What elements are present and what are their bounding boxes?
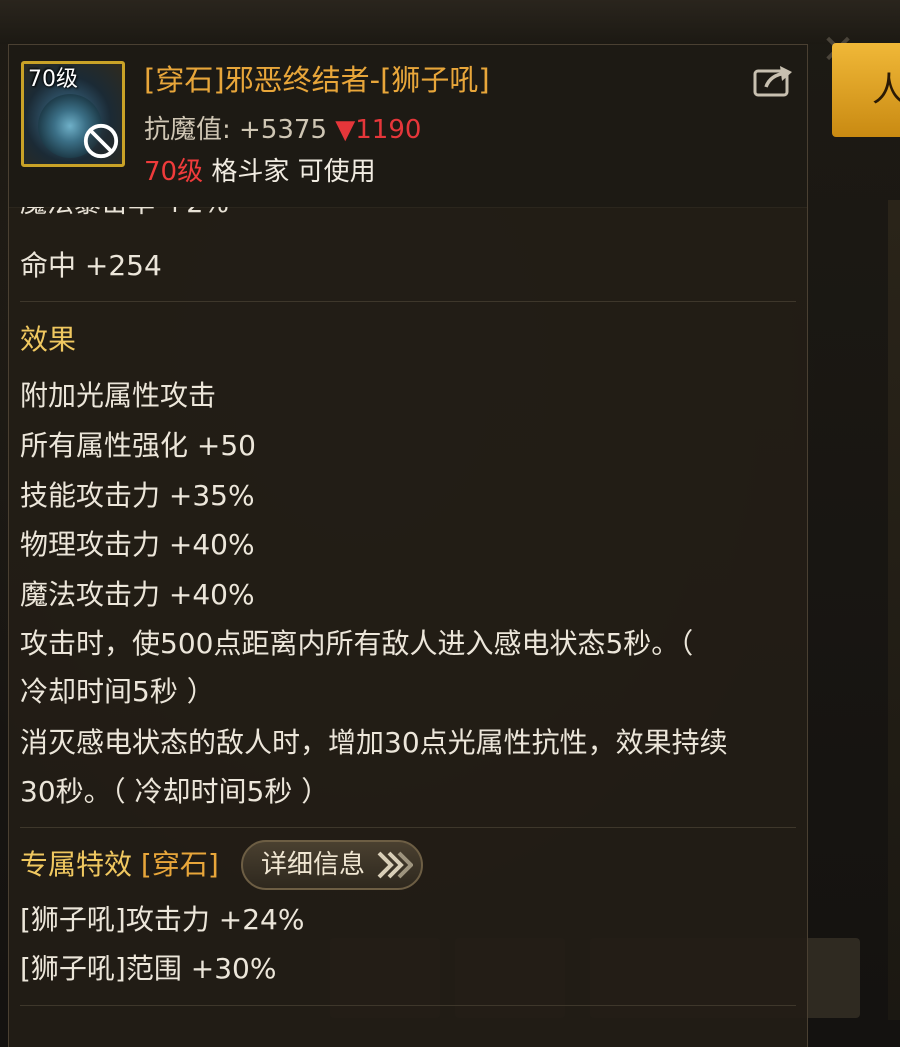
requirement-row: 70级 格斗家 可使用 (144, 155, 376, 189)
exclusive-title-text: 专属特效 (20, 848, 133, 881)
effects-title: 效果 (20, 323, 77, 356)
share-icon[interactable] (752, 63, 796, 97)
exclusive-line: [狮子吼]攻击力 +24% (20, 903, 305, 936)
item-name: [穿石]邪恶终结者-[狮子吼] (144, 63, 490, 97)
effect-line: 附加光属性攻击 (20, 379, 217, 412)
detail-info-button[interactable]: 详细信息 (241, 840, 423, 890)
divider (20, 301, 796, 302)
resist-diff: ▼1190 (335, 115, 422, 145)
effect-line: 所有属性强化 +50 (20, 429, 256, 462)
resist-value: +5375 (239, 115, 327, 145)
exclusive-line: [狮子吼]范围 +30% (20, 952, 277, 985)
required-level: 70级 (144, 157, 204, 187)
effect-line: 消灭感电状态的敌人时，增加30点光属性抗性，效果持续 (20, 726, 728, 759)
exclusive-tag: [穿石] (140, 848, 219, 881)
resist-stat: 抗魔值: +5375 ▼1190 (144, 113, 421, 147)
stat-cutoff-line: 魔法暴击率 +2% (20, 207, 229, 221)
effect-line: 攻击时，使500点距离内所有敌人进入感电状态5秒。（ (20, 627, 694, 660)
detail-info-label: 详细信息 (261, 850, 366, 880)
effect-line: 物理攻击力 +40% (20, 528, 255, 561)
item-icon-level: 70级 (28, 67, 78, 92)
effect-line: 魔法攻击力 +40% (20, 578, 255, 611)
item-header: 70级 [穿石]邪恶终结者-[狮子吼] 抗魔值: +5375 ▼1190 70级… (9, 45, 807, 208)
effect-line: 技能攻击力 +35% (20, 479, 255, 512)
divider (20, 827, 796, 828)
divider (20, 1005, 796, 1006)
exclusive-title: 专属特效 [穿石] (20, 845, 219, 885)
background-list-strip (888, 200, 900, 1020)
item-tooltip-panel: 70级 [穿石]邪恶终结者-[狮子吼] 抗魔值: +5375 ▼1190 70级… (8, 44, 808, 1047)
resist-label: 抗魔值: (144, 115, 231, 145)
required-class: 格斗家 可使用 (211, 157, 376, 187)
item-icon[interactable]: 70级 (21, 61, 125, 167)
double-chevron-right-icon (377, 851, 413, 879)
window-top-bar (0, 0, 900, 44)
effect-line: 30秒。（ 冷却时间5秒 ） (20, 775, 330, 808)
side-action-button[interactable]: 人 (832, 43, 900, 137)
stat-hit: 命中 +254 (20, 249, 162, 282)
no-trade-icon (83, 123, 119, 159)
effect-line: 冷却时间5秒 ） (20, 675, 215, 708)
